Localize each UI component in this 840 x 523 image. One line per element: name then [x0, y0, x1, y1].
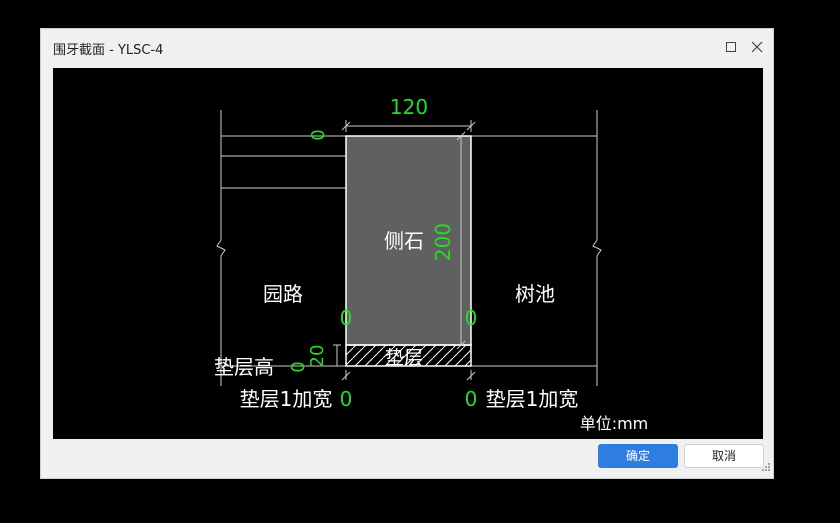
bottom-widen-ticks [341, 370, 476, 381]
right-area-label: 树池 [515, 282, 555, 306]
left-gap-label: 0 [340, 306, 353, 330]
tree-pool-outline [471, 110, 602, 386]
ok-button[interactable]: 确定 [598, 444, 678, 468]
title-bar[interactable]: 围牙截面 - YLSC-4 [41, 29, 773, 65]
curb-name-label: 侧石 [384, 229, 424, 253]
curb-section-diagram: 120 0 200 侧石 园路 树池 0 0 垫层 20 垫层高 0 垫层1加宽… [214, 95, 649, 433]
cushion-thickness-label: 20 [307, 345, 328, 368]
resize-grip-icon[interactable] [761, 457, 771, 476]
section-drawing-canvas: 120 0 200 侧石 园路 树池 0 0 垫层 20 垫层高 0 垫层1加宽… [53, 68, 763, 439]
maximize-icon [726, 42, 736, 52]
right-gap-label: 0 [465, 306, 478, 330]
top-dimension-line [341, 120, 476, 132]
close-button[interactable] [747, 37, 767, 57]
cushion-height-value: 0 [288, 361, 309, 372]
close-icon [751, 41, 763, 53]
top-width-label: 120 [390, 95, 428, 119]
window-title: 围牙截面 - YLSC-4 [53, 43, 164, 58]
cushion-name-label: 垫层 [385, 347, 423, 369]
cancel-button[interactable]: 取消 [684, 444, 764, 468]
dialog-window: 围牙截面 - YLSC-4 120 0 200 侧石 园路 树池 0 0 垫层 … [40, 28, 774, 479]
height-label: 200 [431, 223, 455, 261]
right-widen-label: 垫层1加宽 [486, 387, 579, 411]
cushion-dimension-line [333, 344, 341, 367]
right-widen-value: 0 [465, 387, 478, 411]
maximize-button[interactable] [721, 37, 741, 57]
left-widen-label: 垫层1加宽 [240, 387, 333, 411]
cushion-height-label: 垫层高 [214, 355, 274, 379]
unit-label: 单位:mm [580, 414, 649, 433]
top-gap-label: 0 [308, 129, 329, 140]
left-widen-value: 0 [340, 387, 353, 411]
left-area-label: 园路 [263, 282, 303, 306]
